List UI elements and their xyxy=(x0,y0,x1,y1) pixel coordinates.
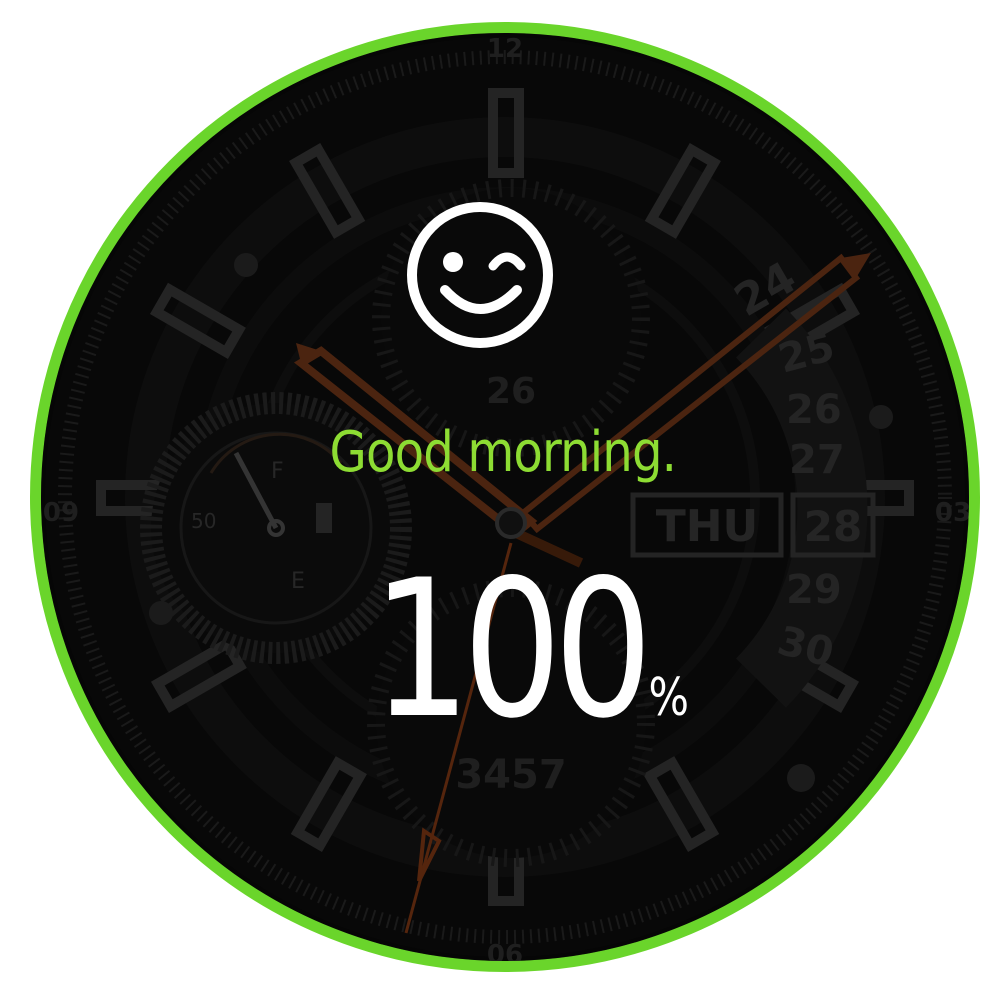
battery-readout: 100 % xyxy=(0,555,1005,745)
watch-face[interactable]: 12 03 06 09 F E 50 26 3457 24 25 26 27 2… xyxy=(30,22,980,972)
greeting-text: Good morning. xyxy=(329,420,677,485)
screen: 12 03 06 09 F E 50 26 3457 24 25 26 27 2… xyxy=(0,0,1005,1006)
wink-smiley-icon xyxy=(407,202,553,348)
dim-overlay xyxy=(41,33,969,961)
battery-unit: % xyxy=(648,668,689,728)
battery-percentage: 100 xyxy=(371,539,653,760)
